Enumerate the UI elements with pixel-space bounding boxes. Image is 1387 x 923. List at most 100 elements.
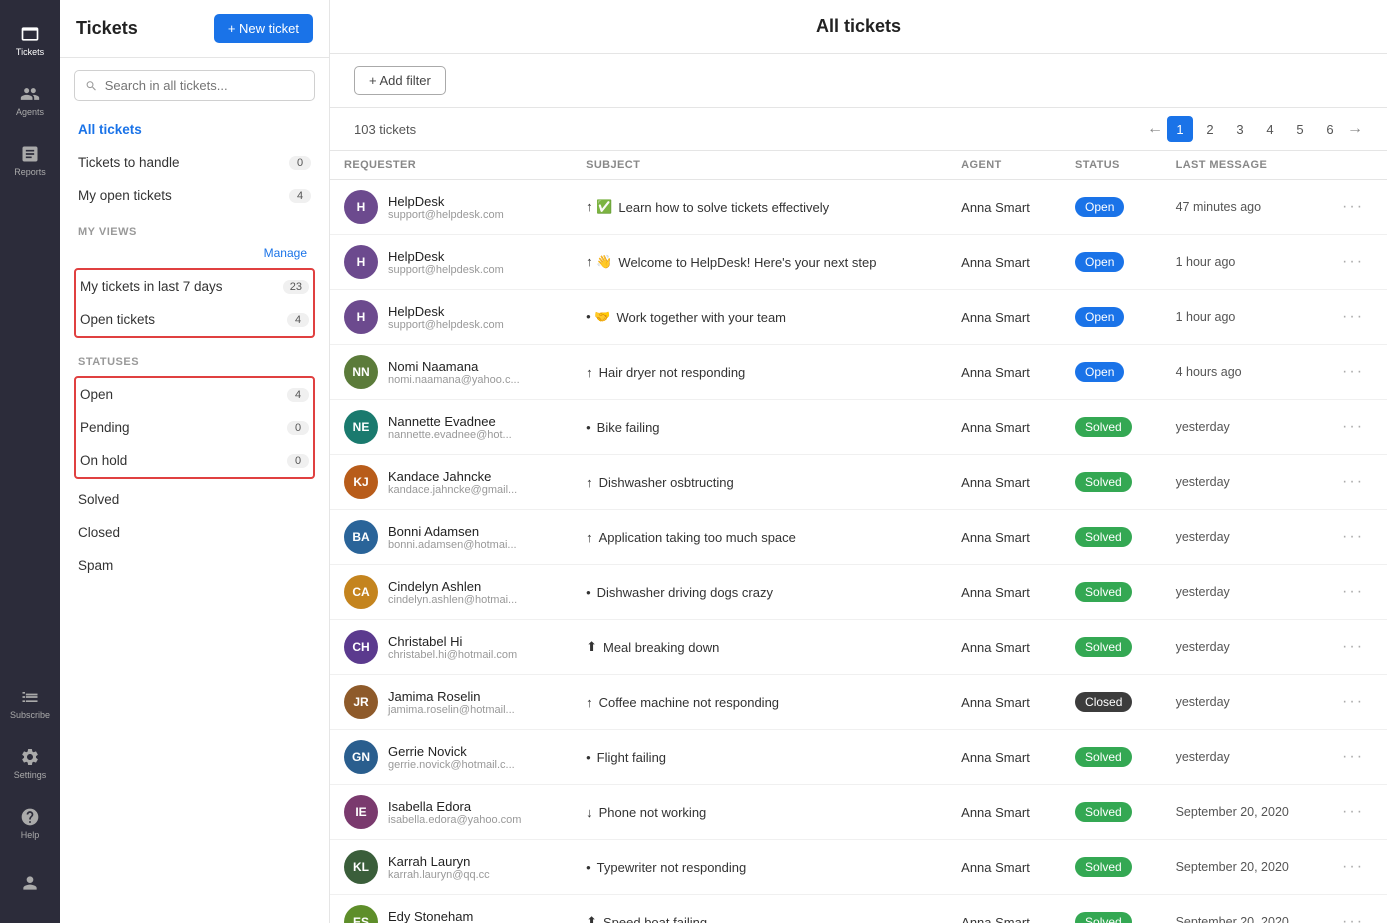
on-hold-status-link[interactable]: On hold 0 [76, 444, 313, 477]
sidebar-nav: All tickets Tickets to handle 0 My open … [60, 113, 329, 582]
my-tickets-last-days-badge: 23 [283, 280, 309, 294]
all-tickets-link[interactable]: All tickets [74, 113, 315, 146]
table-row[interactable]: NE Nannette Evadnee nannette.evadnee@hot… [330, 400, 1387, 455]
page-1-button[interactable]: 1 [1167, 116, 1193, 142]
more-options-button[interactable]: ··· [1342, 693, 1364, 710]
avatar: H [344, 190, 378, 224]
open-status-badge: 4 [287, 388, 309, 402]
nav-help[interactable]: Help [0, 793, 60, 853]
prev-page-button[interactable]: ← [1147, 120, 1163, 138]
avatar: NN [344, 355, 378, 389]
requester-name: Kandace Jahncke [388, 469, 517, 484]
priority-icon: • 🤝 [586, 309, 610, 325]
more-options-button[interactable]: ··· [1342, 913, 1364, 923]
nav-user[interactable] [0, 853, 60, 913]
more-options-button[interactable]: ··· [1342, 308, 1364, 325]
status-badge: Solved [1075, 912, 1132, 923]
last-message-cell: September 20, 2020 [1162, 785, 1328, 840]
table-row[interactable]: KJ Kandace Jahncke kandace.jahncke@gmail… [330, 455, 1387, 510]
requester-email: support@helpdesk.com [388, 319, 504, 331]
more-options-button[interactable]: ··· [1342, 803, 1364, 820]
sidebar-header: Tickets + New ticket [60, 0, 329, 58]
search-input[interactable] [105, 78, 304, 93]
requester-cell: JR Jamima Roselin jamima.roselin@hotmail… [344, 685, 558, 719]
more-options-button[interactable]: ··· [1342, 638, 1364, 655]
spam-status-link[interactable]: Spam [74, 549, 315, 582]
nav-agents[interactable]: Agents [0, 70, 60, 130]
requester-email: support@helpdesk.com [388, 209, 504, 221]
priority-icon: • [586, 420, 591, 435]
page-2-button[interactable]: 2 [1197, 116, 1223, 142]
more-options-button[interactable]: ··· [1342, 198, 1364, 215]
solved-status-link[interactable]: Solved [74, 483, 315, 516]
table-row[interactable]: CH Christabel Hi christabel.hi@hotmail.c… [330, 620, 1387, 675]
tickets-to-handle-badge: 0 [289, 156, 311, 170]
open-tickets-link[interactable]: Open tickets 4 [76, 303, 313, 336]
nav-reports[interactable]: Reports [0, 130, 60, 190]
col-subject: SUBJECT [572, 151, 947, 180]
table-row[interactable]: BA Bonni Adamsen bonni.adamsen@hotmai...… [330, 510, 1387, 565]
new-ticket-button[interactable]: + New ticket [214, 14, 313, 43]
more-options-button[interactable]: ··· [1342, 473, 1364, 490]
requester-email: isabella.edora@yahoo.com [388, 814, 521, 826]
subject-text: Phone not working [599, 805, 707, 820]
requester-info: HelpDesk support@helpdesk.com [388, 194, 504, 221]
more-options-button[interactable]: ··· [1342, 748, 1364, 765]
search-box[interactable] [74, 70, 315, 101]
requester-info: HelpDesk support@helpdesk.com [388, 304, 504, 331]
table-row[interactable]: H HelpDesk support@helpdesk.com ↑ 👋 Welc… [330, 235, 1387, 290]
requester-name: HelpDesk [388, 194, 504, 209]
priority-icon: ↑ [586, 530, 593, 545]
subject-cell: ⬆ Speed boat failing [586, 914, 933, 923]
status-badge: Solved [1075, 637, 1132, 657]
agent-cell: Anna Smart [947, 235, 1061, 290]
more-options-button[interactable]: ··· [1342, 418, 1364, 435]
requester-cell: IE Isabella Edora isabella.edora@yahoo.c… [344, 795, 558, 829]
table-row[interactable]: ES Edy Stoneham edy.stoneham@yahoo.com ⬆… [330, 895, 1387, 923]
last-message-cell: September 20, 2020 [1162, 840, 1328, 895]
table-row[interactable]: IE Isabella Edora isabella.edora@yahoo.c… [330, 785, 1387, 840]
agent-cell: Anna Smart [947, 565, 1061, 620]
requester-cell: CA Cindelyn Ashlen cindelyn.ashlen@hotma… [344, 575, 558, 609]
more-options-button[interactable]: ··· [1342, 528, 1364, 545]
nav-settings[interactable]: Settings [0, 733, 60, 793]
table-row[interactable]: H HelpDesk support@helpdesk.com • 🤝 Work… [330, 290, 1387, 345]
next-page-button[interactable]: → [1347, 120, 1363, 138]
table-row[interactable]: CA Cindelyn Ashlen cindelyn.ashlen@hotma… [330, 565, 1387, 620]
requester-info: Gerrie Novick gerrie.novick@hotmail.c... [388, 744, 515, 771]
requester-cell: KL Karrah Lauryn karrah.lauryn@qq.cc [344, 850, 558, 884]
manage-link[interactable]: Manage [260, 244, 311, 262]
my-open-tickets-link[interactable]: My open tickets 4 [74, 179, 315, 212]
page-5-button[interactable]: 5 [1287, 116, 1313, 142]
more-options-button[interactable]: ··· [1342, 253, 1364, 270]
more-options-button[interactable]: ··· [1342, 363, 1364, 380]
avatar: CH [344, 630, 378, 664]
add-filter-button[interactable]: + Add filter [354, 66, 446, 95]
table-row[interactable]: NN Nomi Naamana nomi.naamana@yahoo.c... … [330, 345, 1387, 400]
page-4-button[interactable]: 4 [1257, 116, 1283, 142]
requester-info: Isabella Edora isabella.edora@yahoo.com [388, 799, 521, 826]
table-row[interactable]: GN Gerrie Novick gerrie.novick@hotmail.c… [330, 730, 1387, 785]
page-3-button[interactable]: 3 [1227, 116, 1253, 142]
tickets-to-handle-link[interactable]: Tickets to handle 0 [74, 146, 315, 179]
status-cell: Open [1061, 345, 1162, 400]
table-row[interactable]: KL Karrah Lauryn karrah.lauryn@qq.cc • T… [330, 840, 1387, 895]
col-status: STATUS [1061, 151, 1162, 180]
pending-status-link[interactable]: Pending 0 [76, 411, 313, 444]
nav-subscribe[interactable]: Subscribe [0, 673, 60, 733]
priority-icon: ⬆ [586, 914, 597, 923]
more-options-button[interactable]: ··· [1342, 858, 1364, 875]
status-cell: Solved [1061, 785, 1162, 840]
page-6-button[interactable]: 6 [1317, 116, 1343, 142]
status-badge: Solved [1075, 582, 1132, 602]
more-options-button[interactable]: ··· [1342, 583, 1364, 600]
open-status-link[interactable]: Open 4 [76, 378, 313, 411]
priority-icon: ↑ ✅ [586, 199, 612, 215]
status-cell: Open [1061, 290, 1162, 345]
priority-icon: ↑ [586, 365, 593, 380]
table-row[interactable]: JR Jamima Roselin jamima.roselin@hotmail… [330, 675, 1387, 730]
closed-status-link[interactable]: Closed [74, 516, 315, 549]
table-row[interactable]: H HelpDesk support@helpdesk.com ↑ ✅ Lear… [330, 180, 1387, 235]
my-tickets-last-days-link[interactable]: My tickets in last 7 days 23 [76, 270, 313, 303]
nav-tickets[interactable]: Tickets [0, 10, 60, 70]
